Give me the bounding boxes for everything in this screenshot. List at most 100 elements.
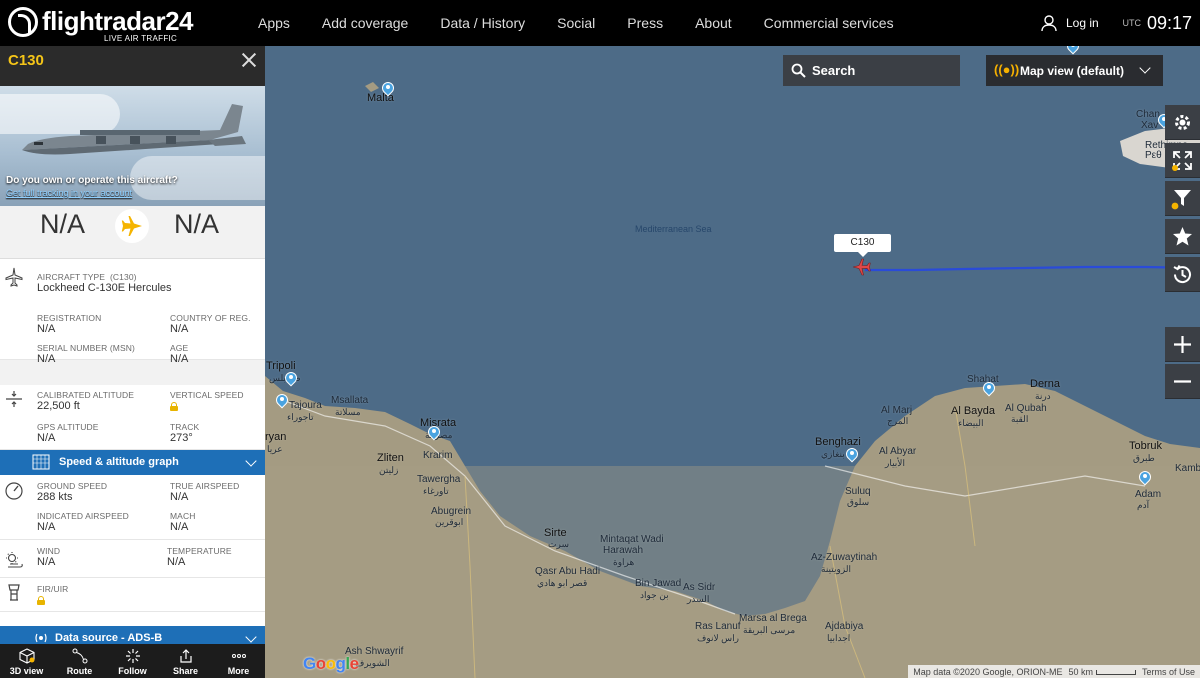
full-tracking-link[interactable]: Get full tracking in your account bbox=[6, 188, 132, 198]
lock-icon[interactable] bbox=[170, 402, 178, 411]
place-label: Tawergha bbox=[417, 474, 461, 485]
serial-number-label: SERIAL NUMBER (MSN) bbox=[37, 343, 135, 353]
gps-altitude-label: GPS ALTITUDE bbox=[37, 422, 99, 432]
map-scale[interactable]: 50 km bbox=[1068, 667, 1136, 677]
route-button[interactable]: Route bbox=[53, 644, 106, 678]
logo-text: flightradar24 bbox=[42, 6, 194, 36]
place-label: Marsa al Brega bbox=[739, 613, 807, 624]
airport-pin-icon[interactable] bbox=[1139, 471, 1151, 487]
map-view-label: Map view (default) bbox=[1020, 64, 1125, 78]
nav-apps[interactable]: Apps bbox=[242, 0, 306, 46]
route-plane-badge bbox=[115, 209, 149, 243]
map-scale-label: 50 km bbox=[1068, 666, 1093, 677]
zoom-out-button[interactable] bbox=[1165, 364, 1200, 399]
filter-button[interactable] bbox=[1165, 181, 1200, 216]
nav-press[interactable]: Press bbox=[611, 0, 679, 46]
aircraft-type-icon bbox=[5, 267, 23, 287]
3d-view-button[interactable]: 3D view bbox=[0, 644, 53, 678]
map-data-credit[interactable]: Map data ©2020 Google, ORION-ME bbox=[913, 667, 1062, 677]
settings-button[interactable] bbox=[1165, 105, 1200, 140]
flightradar24-logo[interactable]: flightradar24 LIVE AIR TRAFFIC bbox=[8, 5, 194, 43]
nav-social[interactable]: Social bbox=[541, 0, 611, 46]
airplane-icon bbox=[121, 216, 142, 236]
place-label: Al Abyar bbox=[879, 446, 917, 457]
terms-of-use-link[interactable]: Terms of Use bbox=[1142, 667, 1195, 677]
place-label: As Sidr bbox=[683, 582, 716, 593]
favorites-button[interactable] bbox=[1165, 219, 1200, 254]
mach-label: MACH bbox=[170, 511, 196, 521]
follow-button[interactable]: Follow bbox=[106, 644, 159, 678]
more-label: More bbox=[227, 666, 250, 676]
country-value: N/A bbox=[170, 323, 189, 335]
airport-pin-icon[interactable] bbox=[428, 426, 440, 442]
fir-uir-label: FIR/UIR bbox=[37, 584, 69, 594]
place-label: تاورغاء bbox=[423, 486, 449, 496]
playback-button[interactable] bbox=[1165, 257, 1200, 292]
place-label: Al Qubah bbox=[1005, 403, 1047, 414]
place-label: عريا bbox=[267, 444, 283, 454]
minus-icon bbox=[1174, 380, 1191, 383]
place-label: المرج bbox=[887, 416, 909, 426]
search-button[interactable]: Search bbox=[783, 55, 960, 86]
airport-pin-icon[interactable] bbox=[983, 382, 995, 398]
zoom-in-button[interactable] bbox=[1165, 327, 1200, 362]
place-label: Krarim bbox=[423, 450, 453, 461]
google-logo[interactable]: Google bbox=[303, 654, 359, 674]
indicated-airspeed-value: N/A bbox=[37, 521, 56, 533]
login-button[interactable]: Log in bbox=[1040, 0, 1099, 46]
track-label: TRACK bbox=[170, 422, 200, 432]
lock-icon[interactable] bbox=[37, 596, 45, 605]
aircraft-photo[interactable]: Do you own or operate this aircraft? Get… bbox=[0, 86, 265, 206]
place-label: Benghazi bbox=[815, 436, 861, 448]
selected-aircraft-icon[interactable] bbox=[852, 257, 872, 277]
airport-pin-icon[interactable] bbox=[846, 448, 858, 464]
place-label: Suluq bbox=[845, 486, 871, 497]
nav-about[interactable]: About bbox=[679, 0, 748, 46]
more-dots-icon bbox=[231, 654, 246, 658]
main-nav: Apps Add coverage Data / History Social … bbox=[242, 0, 910, 46]
user-icon bbox=[1041, 15, 1057, 32]
place-label: اجدابيا bbox=[827, 633, 851, 643]
nav-commercial-services[interactable]: Commercial services bbox=[748, 0, 910, 46]
place-label: طبرق bbox=[1133, 453, 1155, 463]
map-view-dropdown[interactable]: ((●)) Map view (default) bbox=[986, 55, 1163, 86]
nav-data-history[interactable]: Data / History bbox=[424, 0, 541, 46]
place-label: Ras Lanuf bbox=[695, 621, 741, 632]
aircraft-image bbox=[22, 104, 246, 155]
speed-altitude-graph-toggle[interactable]: Speed & altitude graph bbox=[0, 450, 265, 475]
chevron-down-icon bbox=[245, 631, 257, 643]
history-icon bbox=[1173, 265, 1191, 284]
flight-callsign-tag[interactable]: C130 bbox=[834, 234, 891, 257]
route-summary: N/A N/A bbox=[0, 206, 265, 259]
age-value: N/A bbox=[170, 353, 189, 365]
panel-header: C130 bbox=[0, 46, 265, 86]
airport-pin-icon[interactable] bbox=[276, 394, 288, 410]
scale-bar bbox=[1095, 669, 1136, 675]
destination-airport[interactable]: N/A bbox=[174, 209, 219, 240]
vertical-speed-label: VERTICAL SPEED bbox=[170, 390, 244, 400]
temperature-label: TEMPERATURE bbox=[167, 546, 232, 556]
airport-pin-icon[interactable] bbox=[285, 372, 297, 388]
registration-label: REGISTRATION bbox=[37, 313, 102, 323]
nav-add-coverage[interactable]: Add coverage bbox=[306, 0, 424, 46]
speedometer-icon bbox=[5, 482, 23, 500]
close-icon[interactable] bbox=[241, 52, 257, 68]
aircraft-type-label: AIRCRAFT TYPE (C130) bbox=[37, 272, 137, 282]
place-label: تاجوراء bbox=[287, 412, 314, 422]
route-label: Route bbox=[66, 666, 93, 676]
aircraft-type-value: Lockheed C-130E Hercules bbox=[37, 282, 172, 294]
place-label: مرسى البريقة bbox=[743, 625, 796, 635]
place-label: ryan bbox=[265, 431, 287, 443]
google-logo-letter: g bbox=[335, 654, 346, 673]
more-button[interactable]: More bbox=[212, 644, 265, 678]
origin-airport[interactable]: N/A bbox=[40, 209, 85, 240]
place-label: مسلاتة bbox=[335, 407, 361, 417]
share-button[interactable]: Share bbox=[159, 644, 212, 678]
map-canvas[interactable]: Mediterranean Sea Malta Tripoli طرابلس T… bbox=[265, 46, 1200, 678]
place-label: آدم bbox=[1137, 500, 1150, 510]
place-label: Al Bayda bbox=[951, 405, 996, 417]
country-label: COUNTRY OF REG. bbox=[170, 313, 251, 323]
airport-pin-icon[interactable] bbox=[382, 82, 394, 98]
google-logo-letter: o bbox=[325, 654, 336, 673]
fullscreen-button[interactable] bbox=[1165, 143, 1200, 178]
